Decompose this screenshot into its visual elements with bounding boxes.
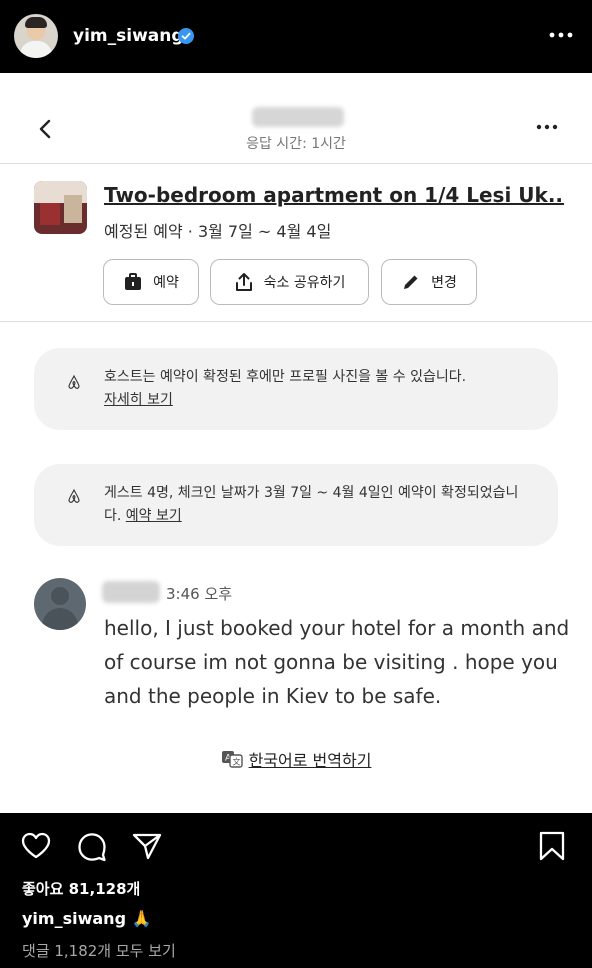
listing-thumbnail[interactable]	[34, 181, 87, 234]
response-time: 응답 시간: 1시간	[246, 136, 346, 152]
booking-confirmed-notice: 게스트 4명, 체크인 날짜가 3월 7일 ~ 4월 4일인 예약이 확정되었습…	[34, 464, 558, 546]
notice-text: 호스트는 예약이 확정된 후에만 프로필 사진을 볼 수 있습니다.	[104, 369, 467, 385]
chat-more-icon[interactable]	[536, 123, 558, 131]
header-divider	[0, 163, 592, 164]
pencil-icon	[404, 275, 418, 289]
bookmark-icon[interactable]	[536, 830, 568, 862]
like-heart-icon[interactable]	[20, 830, 52, 862]
translate-icon: A 文	[221, 751, 243, 768]
share-button[interactable]: 숙소 공유하기	[210, 259, 369, 305]
airbnb-logo-icon	[68, 374, 80, 389]
caption-emoji: 🙏	[131, 909, 152, 928]
comment-icon[interactable]	[76, 830, 108, 862]
blurred-sender-name	[102, 581, 160, 603]
username-link[interactable]: yim_siwang	[73, 26, 184, 46]
more-options-icon[interactable]	[548, 30, 574, 40]
share-label: 숙소 공유하기	[263, 275, 346, 291]
change-button[interactable]: 변경	[381, 259, 477, 305]
likes-count[interactable]: 좋아요 81,128개	[22, 878, 140, 899]
view-reservation-link[interactable]: 예약 보기	[126, 508, 182, 524]
blurred-host-name	[252, 107, 344, 127]
translate-label: 한국어로 번역하기	[248, 751, 372, 770]
listing-title-link[interactable]: Two-bedroom apartment on 1/4 Lesi Uk...	[104, 183, 564, 207]
airbnb-logo-icon	[68, 488, 80, 503]
caption-username[interactable]: yim_siwang	[22, 909, 126, 928]
profile-photo-notice: 호스트는 예약이 확정된 후에만 프로필 사진을 볼 수 있습니다. 자세히 보…	[34, 348, 558, 430]
view-all-comments-link[interactable]: 댓글 1,182개 모두 보기	[22, 940, 176, 961]
share-send-icon[interactable]	[131, 830, 163, 862]
message-text: hello, I just booked your hotel for a mo…	[104, 616, 570, 708]
share-icon	[235, 273, 252, 291]
message-time: 3:46 오후	[166, 585, 233, 603]
post-header: yim_siwang	[0, 0, 592, 73]
change-label: 변경	[431, 275, 457, 291]
guest-avatar[interactable]	[34, 578, 86, 630]
reservation-dates: 예정된 예약 · 3월 7일 ~ 4월 4일	[104, 222, 332, 241]
svg-text:文: 文	[232, 757, 240, 767]
section-divider	[0, 321, 592, 322]
post-image: 응답 시간: 1시간 Two-bedroom apartment on 1/4 …	[0, 73, 592, 813]
reservation-button[interactable]: 예약	[103, 259, 199, 305]
learn-more-link[interactable]: 자세히 보기	[104, 392, 173, 408]
reservation-label: 예약	[153, 275, 179, 291]
verified-badge-icon	[178, 28, 194, 44]
translate-button[interactable]: A 文 한국어로 번역하기	[0, 747, 592, 771]
profile-avatar[interactable]	[14, 14, 58, 58]
post-caption: yim_siwang 🙏	[22, 909, 152, 928]
briefcase-icon	[125, 273, 142, 290]
